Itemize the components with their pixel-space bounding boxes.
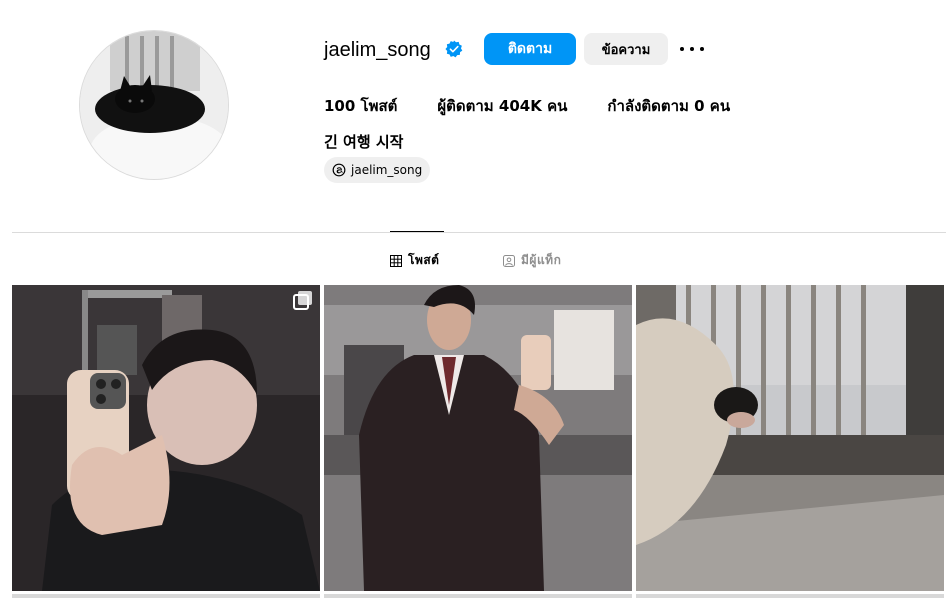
post-thumbnail[interactable] — [324, 285, 632, 591]
threads-handle: jaelim_song — [351, 163, 423, 177]
follow-button[interactable]: ติดตาม — [484, 33, 576, 65]
message-button[interactable]: ข้อความ — [584, 33, 668, 65]
profile-stats: 100 โพสต์ ผู้ติดตาม 404K คน กำลังติดตาม … — [324, 94, 770, 118]
tab-tagged[interactable]: มีผู้แท็ก — [503, 251, 561, 270]
posts-count: 100 โพสต์ — [324, 97, 398, 115]
more-options-icon[interactable] — [680, 38, 704, 60]
profile-username: jaelim_song — [324, 39, 431, 61]
active-tab-indicator — [390, 231, 444, 232]
verified-badge-icon — [445, 40, 463, 58]
tab-posts[interactable]: โพสต์ — [390, 251, 439, 270]
post-thumbnail-row-partial — [12, 594, 320, 598]
profile-avatar[interactable] — [79, 30, 229, 180]
tagged-icon — [503, 254, 515, 267]
post-thumbnail-row-partial — [324, 594, 632, 598]
post-thumbnail[interactable] — [636, 285, 944, 591]
tab-posts-label: โพสต์ — [408, 253, 440, 267]
post-thumbnail-row-partial — [636, 594, 944, 598]
tab-tagged-label: มีผู้แท็ก — [521, 253, 562, 267]
grid-icon — [390, 254, 402, 267]
threads-link[interactable]: jaelim_song — [324, 157, 431, 183]
following-count[interactable]: กำลังติดตาม 0 คน — [607, 94, 730, 118]
post-thumbnail[interactable] — [12, 285, 320, 591]
followers-count[interactable]: ผู้ติดตาม 404K คน — [437, 94, 567, 118]
threads-icon — [332, 163, 346, 177]
bio-name: 긴 여행 시작 — [324, 133, 404, 151]
tabs-divider — [12, 232, 946, 233]
